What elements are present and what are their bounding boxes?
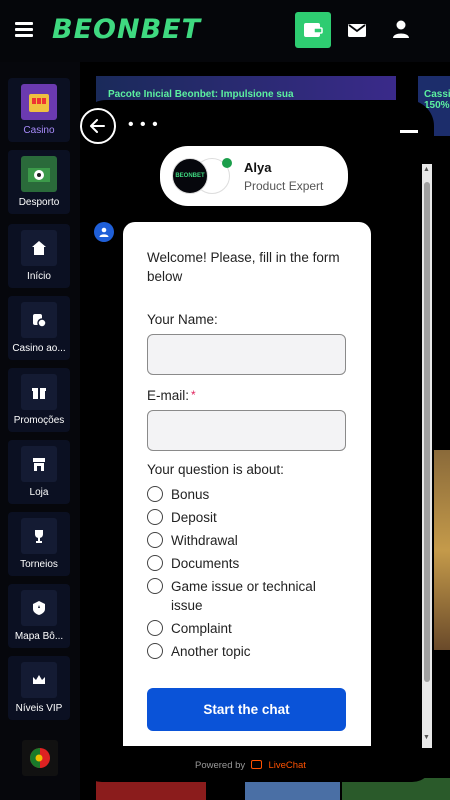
scroll-up-icon[interactable]: ▲ xyxy=(423,166,430,173)
gift-icon xyxy=(21,374,57,410)
livechat-widget: • • • BEONBET Alya Product Expert Welcom… xyxy=(80,100,434,782)
home-icon xyxy=(21,230,57,266)
email-label-text: E-mail: xyxy=(147,388,190,403)
agent-name: Alya xyxy=(244,160,272,175)
option-another-topic[interactable]: Another topic xyxy=(147,642,331,661)
option-withdrawal[interactable]: Withdrawal xyxy=(147,531,331,550)
wallet-button[interactable] xyxy=(295,12,331,48)
radio-button[interactable] xyxy=(147,486,163,502)
option-complaint[interactable]: Complaint xyxy=(147,619,331,638)
sidebar-item-label: Desporto xyxy=(18,197,60,208)
sidebar-item-label: Mapa Bô... xyxy=(14,631,64,642)
sidebar-item-promocoes[interactable]: Promoções xyxy=(8,368,70,432)
powered-by[interactable]: Powered by LiveChat xyxy=(195,760,306,771)
online-status-dot xyxy=(222,158,232,168)
sidebar-item-desporto[interactable]: Desporto xyxy=(8,150,70,214)
sidebar-item-casino[interactable]: Casino xyxy=(8,78,70,142)
trophy-icon xyxy=(21,518,57,554)
powered-by-text: Powered by xyxy=(195,760,246,771)
sport-icon xyxy=(21,156,57,192)
scroll-down-icon[interactable]: ▼ xyxy=(423,734,430,741)
option-label: Deposit xyxy=(171,510,217,525)
sidebar: Casino Desporto Início Casino ao... Prom… xyxy=(0,62,80,800)
agent-avatar: BEONBET xyxy=(172,158,208,194)
option-label: Another topic xyxy=(171,644,251,659)
option-label: Complaint xyxy=(171,621,232,636)
option-label: Game issue or technical issue xyxy=(171,579,316,613)
option-game-issue[interactable]: Game issue or technical issue xyxy=(147,577,331,615)
live-casino-icon xyxy=(21,302,57,338)
start-chat-button[interactable]: Start the chat xyxy=(147,688,346,731)
sidebar-item-inicio[interactable]: Início xyxy=(8,224,70,288)
sidebar-item-torneios[interactable]: Torneios xyxy=(8,512,70,576)
option-documents[interactable]: Documents xyxy=(147,554,331,573)
casino-icon xyxy=(21,84,57,120)
option-label: Bonus xyxy=(171,487,210,502)
radio-button[interactable] xyxy=(147,620,163,636)
scrollbar-thumb[interactable] xyxy=(424,182,430,682)
name-field[interactable] xyxy=(147,334,346,375)
mail-icon[interactable] xyxy=(346,20,368,40)
sidebar-item-niveis-vip[interactable]: Níveis VIP xyxy=(8,656,70,720)
agent-role: Product Expert xyxy=(244,179,324,193)
option-label: Documents xyxy=(171,556,240,571)
required-marker: * xyxy=(191,388,196,402)
name-label: Your Name: xyxy=(147,312,218,327)
option-label: Withdrawal xyxy=(171,533,238,548)
hamburger-menu-icon[interactable] xyxy=(15,22,33,37)
bonus-map-icon xyxy=(21,590,57,626)
radio-button[interactable] xyxy=(147,643,163,659)
welcome-message: Welcome! Please, fill in the form below xyxy=(147,250,340,284)
sidebar-item-label: Promoções xyxy=(13,415,65,426)
radio-button[interactable] xyxy=(147,578,163,594)
sidebar-item-label: Loja xyxy=(29,487,49,498)
crown-icon xyxy=(21,662,57,698)
user-icon[interactable] xyxy=(390,18,412,40)
agent-card: BEONBET Alya Product Expert xyxy=(160,146,348,206)
sidebar-item-label: Casino ao... xyxy=(12,343,66,354)
livechat-logo-icon xyxy=(250,760,262,769)
shop-icon xyxy=(21,446,57,482)
sidebar-item-label: Níveis VIP xyxy=(15,703,63,714)
back-button[interactable] xyxy=(80,108,116,144)
sidebar-item-loja[interactable]: Loja xyxy=(8,440,70,504)
sidebar-item-mapa-bonus[interactable]: Mapa Bô... xyxy=(8,584,70,648)
wallet-icon xyxy=(304,23,323,37)
sidebar-item-label: Casino xyxy=(23,125,55,136)
bot-avatar-icon xyxy=(94,222,114,242)
arrow-left-icon xyxy=(90,119,105,133)
site-logo[interactable]: BEONBET xyxy=(52,14,201,45)
prechat-form: Welcome! Please, fill in the form below … xyxy=(123,222,371,782)
minimize-button[interactable] xyxy=(400,130,418,133)
radio-button[interactable] xyxy=(147,532,163,548)
sidebar-item-label: Torneios xyxy=(20,559,58,570)
portugal-flag-icon[interactable] xyxy=(22,740,58,776)
more-options-icon[interactable]: • • • xyxy=(128,117,159,133)
question-label: Your question is about: xyxy=(147,462,284,477)
game-thumbnail[interactable] xyxy=(432,450,450,650)
livechat-brand: LiveChat xyxy=(268,760,306,771)
radio-button[interactable] xyxy=(147,509,163,525)
option-deposit[interactable]: Deposit xyxy=(147,508,331,527)
email-label: E-mail: * xyxy=(147,388,196,403)
top-header: BEONBET xyxy=(0,0,450,62)
email-field[interactable] xyxy=(147,410,346,451)
sidebar-item-label: Início xyxy=(27,271,51,282)
scrollbar[interactable]: ▲ ▼ xyxy=(422,164,432,748)
radio-button[interactable] xyxy=(147,555,163,571)
option-bonus[interactable]: Bonus xyxy=(147,485,331,504)
sidebar-item-casino-ao-vivo[interactable]: Casino ao... xyxy=(8,296,70,360)
